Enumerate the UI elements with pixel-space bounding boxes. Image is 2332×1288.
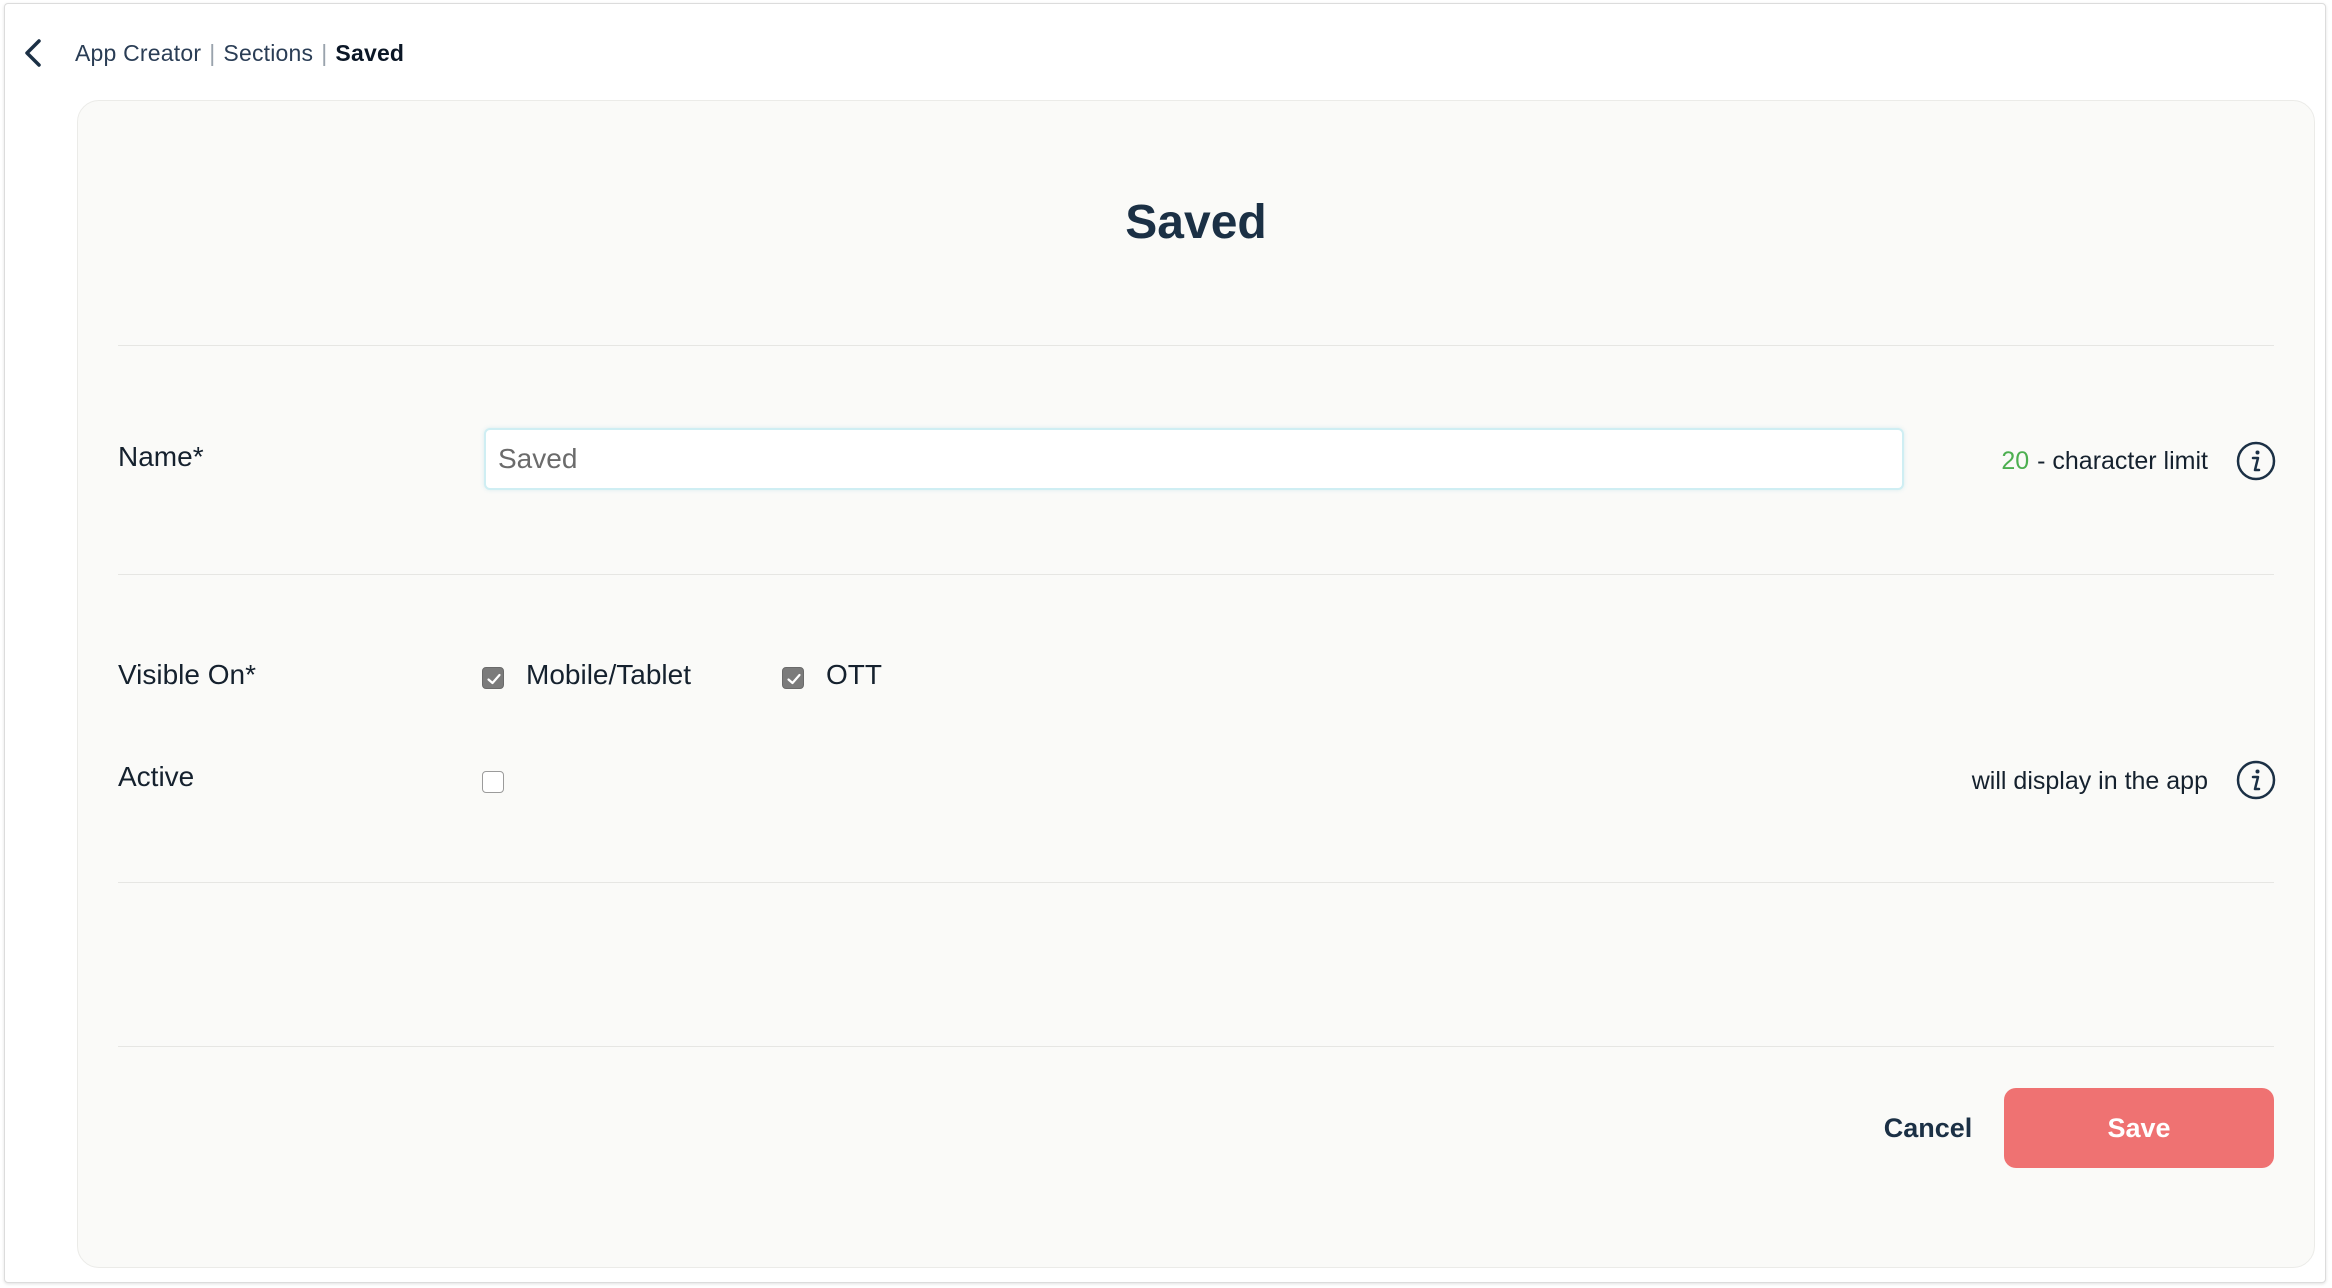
name-input[interactable] xyxy=(484,428,1904,490)
visible-on-label: Visible On* xyxy=(118,659,257,690)
mobile-tablet-checkbox[interactable] xyxy=(482,667,504,689)
name-label: Name* xyxy=(118,441,204,472)
info-circle-icon[interactable] xyxy=(2236,441,2276,481)
ott-label[interactable]: OTT xyxy=(826,659,882,691)
divider xyxy=(118,882,2274,883)
back-button[interactable] xyxy=(19,36,47,70)
divider xyxy=(118,1046,2274,1047)
cancel-button[interactable]: Cancel xyxy=(1848,1088,2008,1168)
active-label: Active xyxy=(118,761,195,792)
breadcrumb: App Creator | Sections | Saved xyxy=(75,36,404,70)
character-limit-hint: 20 - character limit xyxy=(2001,441,2208,481)
breadcrumb-app-creator[interactable]: App Creator xyxy=(75,40,201,67)
checkmark-icon xyxy=(487,673,501,685)
breadcrumb-current: Saved xyxy=(335,39,405,66)
breadcrumb-sections[interactable]: Sections xyxy=(223,40,313,67)
chevron-left-icon xyxy=(25,39,41,67)
breadcrumb-separator: | xyxy=(321,39,328,66)
active-checkbox[interactable] xyxy=(482,771,504,793)
page-title: Saved xyxy=(1125,196,1267,249)
character-limit-text: - character limit xyxy=(2037,446,2208,475)
character-limit-count: 20 xyxy=(2001,446,2030,475)
mobile-tablet-label[interactable]: Mobile/Tablet xyxy=(526,659,691,691)
ott-checkbox[interactable] xyxy=(782,667,804,689)
save-button[interactable]: Save xyxy=(2004,1088,2274,1168)
checkmark-icon xyxy=(787,673,801,685)
info-circle-icon[interactable] xyxy=(2236,760,2276,800)
breadcrumb-separator: | xyxy=(209,39,216,66)
divider xyxy=(118,574,2274,575)
app-window: App Creator | Sections | Saved Saved Nam… xyxy=(4,3,2326,1283)
divider xyxy=(118,345,2274,346)
active-hint: will display in the app xyxy=(1971,766,2208,795)
section-form-card: Saved Name* 20 - character limit Visible… xyxy=(77,100,2315,1268)
